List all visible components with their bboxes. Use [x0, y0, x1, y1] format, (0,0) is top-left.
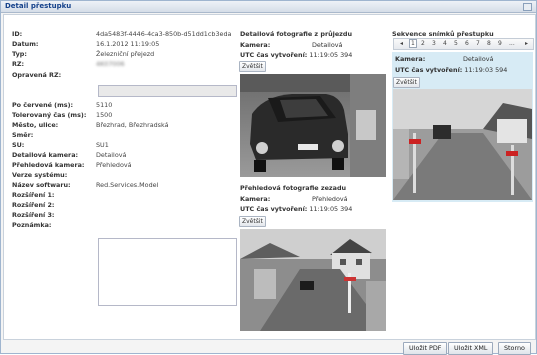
tolerance-value: 1500	[96, 111, 113, 119]
after-red-label: Po červené (ms):	[12, 101, 74, 109]
save-pdf-button[interactable]: Uložit PDF	[403, 342, 448, 355]
sequence-frame: Kamera: Detailová UTC čas vytvoření: 11:…	[392, 52, 533, 202]
car-detail-photo-icon	[240, 74, 386, 177]
plate-label: RZ:	[12, 60, 25, 68]
overview-photo-camera-label: Kamera:	[240, 195, 271, 203]
su-value: SU1	[96, 141, 109, 149]
id-label: ID:	[12, 30, 23, 38]
tolerance-label: Tolerovaný čas (ms):	[12, 111, 87, 119]
pager-page-2[interactable]: 2	[421, 40, 425, 47]
city-label: Město, ulice:	[12, 121, 59, 129]
pager-page-6[interactable]: 6	[465, 40, 469, 47]
sequence-utc-value: 11:19:03 594	[464, 66, 508, 74]
overview-photo-camera-value: Přehledová	[312, 195, 348, 203]
plate-value: 4K07006	[96, 60, 125, 68]
overview-photo-image[interactable]	[240, 229, 386, 331]
type-value: Železniční přejezd	[96, 50, 155, 58]
corrected-plate-label: Opravená RZ:	[12, 71, 62, 79]
window-title: Detail přestupku	[5, 2, 72, 10]
overview-photo-zoom-button[interactable]: Zvětšit	[239, 216, 266, 227]
overview-photo-title: Přehledová fotografie zezadu	[240, 184, 347, 192]
detail-photo-utc-label: UTC čas vytvoření:	[240, 51, 308, 59]
sequence-pager: ◂ 1 2 3 4 5 6 7 8 9 ... ▸	[393, 38, 534, 50]
ext3-label: Rozšíření 3:	[12, 211, 55, 219]
sequence-camera-label: Kamera:	[395, 55, 426, 63]
window-titlebar: Detail přestupku	[1, 1, 536, 13]
pager-page-1[interactable]: 1	[409, 39, 417, 48]
detail-camera-label: Detailová kamera:	[12, 151, 79, 159]
cancel-button[interactable]: Storno	[498, 342, 531, 355]
overview-utc-row: UTC čas vytvoření: 11:19:05 394	[240, 205, 352, 213]
su-label: SU:	[12, 141, 25, 149]
sequence-zoom-button[interactable]: Zvětšit	[393, 77, 420, 88]
pager-page-4[interactable]: 4	[443, 40, 447, 47]
overview-photo-utc-label: UTC čas vytvoření:	[240, 205, 308, 213]
sequence-utc-row: UTC čas vytvoření: 11:19:03 594	[395, 66, 507, 74]
detail-photo-image[interactable]	[240, 74, 386, 177]
close-icon[interactable]	[523, 3, 532, 11]
id-value: 4da5483f-4446-4ca3-850b-d51dd1cb3eda	[96, 30, 232, 38]
note-label: Poznámka:	[12, 221, 52, 229]
sequence-title: Sekvence snímků přestupku	[392, 30, 494, 38]
detail-photo-utc-value: 11:19:05 394	[309, 51, 353, 59]
pager-page-9[interactable]: 9	[498, 40, 502, 47]
detail-photo-camera-value: Detailová	[312, 41, 343, 49]
sequence-utc-label: UTC čas vytvoření:	[395, 66, 463, 74]
detail-photo-title: Detailová fotografie z průjezdu	[240, 30, 353, 38]
date-label: Datum:	[12, 40, 39, 48]
date-value: 16.1.2012 11:19:05	[96, 40, 160, 48]
direction-label: Směr:	[12, 131, 34, 139]
pager-page-3[interactable]: 3	[432, 40, 436, 47]
type-label: Typ:	[12, 50, 27, 58]
save-xml-button[interactable]: Uložit XML	[448, 342, 494, 355]
note-textarea[interactable]	[98, 238, 237, 306]
corrected-plate-input[interactable]	[98, 85, 237, 97]
overview-scene-icon	[240, 229, 386, 331]
detail-photo-zoom-button[interactable]: Zvětšit	[239, 61, 266, 72]
overview-camera-row: Kamera: Přehledová	[240, 195, 348, 203]
detail-photo-camera-label: Kamera:	[240, 41, 271, 49]
after-red-value: 5110	[96, 101, 113, 109]
ext2-label: Rozšíření 2:	[12, 201, 55, 209]
detail-window: Detail přestupku ID: 4da5483f-4446-4ca3-…	[0, 0, 537, 355]
sequence-camera-row: Kamera: Detailová	[395, 55, 493, 63]
system-version-label: Verze systému:	[12, 171, 68, 179]
overview-photo-utc-value: 11:19:05 394	[309, 205, 353, 213]
detail-camera-value: Detailová	[96, 151, 127, 159]
detail-camera-row: Kamera: Detailová	[240, 41, 342, 49]
overview-camera-value: Přehledová	[96, 161, 132, 169]
ext1-label: Rozšíření 1:	[12, 191, 55, 199]
pager-page-5[interactable]: 5	[454, 40, 458, 47]
crossing-scene-icon	[393, 89, 532, 200]
detail-utc-row: UTC čas vytvoření: 11:19:05 394	[240, 51, 352, 59]
software-label: Název softwaru:	[12, 181, 71, 189]
pager-page-8[interactable]: 8	[487, 40, 491, 47]
pager-more[interactable]: ...	[509, 40, 515, 47]
pager-page-7[interactable]: 7	[476, 40, 480, 47]
pager-next-icon[interactable]: ▸	[525, 40, 528, 47]
city-value: Březhrad, Březhradská	[96, 121, 169, 129]
sequence-photo-image[interactable]	[393, 89, 532, 200]
detail-body: ID: 4da5483f-4446-4ca3-850b-d51dd1cb3eda…	[3, 14, 536, 340]
software-value: Red.Services.Model	[96, 181, 159, 189]
overview-camera-label: Přehledová kamera:	[12, 161, 85, 169]
sequence-camera-value: Detailová	[463, 55, 494, 63]
pager-prev-icon[interactable]: ◂	[400, 40, 403, 47]
